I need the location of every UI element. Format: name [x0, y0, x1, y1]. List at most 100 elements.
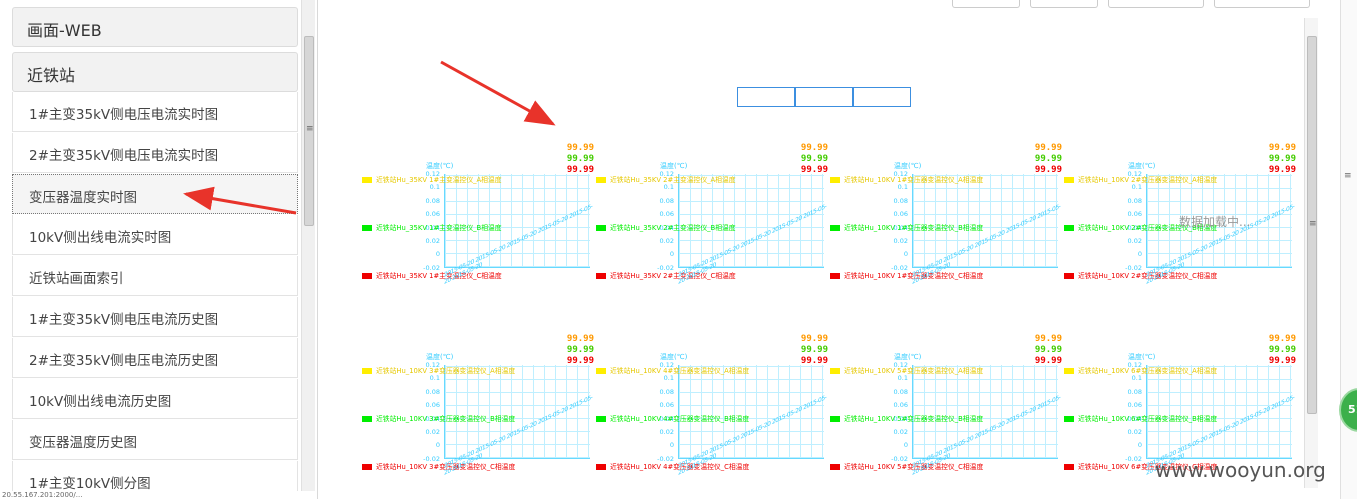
y-tick: 0.08: [893, 196, 908, 205]
y-tick: 0.02: [1127, 237, 1142, 245]
chart-value-b: 99.99: [1268, 154, 1296, 164]
sidebar-item-8[interactable]: 10kV侧出线电流历史图: [12, 379, 298, 419]
legend-swatch: [362, 177, 372, 183]
sidebar-item-7[interactable]: 2#主变35kV侧电压电流历史图: [12, 338, 298, 378]
temperature-chart-3: 99.99 99.99 99.99 温度(℃) 0.12 0.1 0.08 0.06 0.04 0…: [830, 140, 1066, 308]
sidebar-item-9[interactable]: 变压器温度历史图: [12, 420, 298, 460]
legend-item-a[interactable]: 近铁站Hu_35KV 1#主变温控仪_A相温度: [362, 176, 502, 185]
sidebar-item-4[interactable]: 10kV侧出线电流实时图: [12, 215, 298, 255]
y-tick: -0.02: [423, 263, 440, 272]
legend-item-c[interactable]: 近铁站Hu_10KV 4#变压器变温控仪_C相温度: [596, 463, 749, 472]
toolbar-button-2[interactable]: [1030, 0, 1098, 8]
toolbar-button-1[interactable]: [952, 0, 1020, 8]
legend-item-c[interactable]: 近铁站Hu_10KV 3#变压器变温控仪_C相温度: [362, 463, 515, 472]
loading-text: 数据加载中...: [1179, 215, 1251, 229]
y-tick: 0.08: [1127, 196, 1142, 205]
sidebar-item-5[interactable]: 近铁站画面索引: [12, 256, 298, 296]
temperature-chart-6: 99.99 99.99 99.99 温度(℃) 0.12 0.1 0.08 0.06 0.04 0…: [596, 331, 832, 499]
y-tick: 0.1: [663, 183, 674, 192]
legend-item-a[interactable]: 近铁站Hu_10KV 4#变压器变温控仪_A相温度: [596, 367, 749, 376]
content-scroll-thumb[interactable]: ≡: [1307, 36, 1317, 414]
legend-label: 近铁站Hu_35KV 2#主变温控仪_A相温度: [610, 176, 736, 184]
chart-value-a: 99.99: [1034, 334, 1062, 344]
legend-label: 近铁站Hu_10KV 6#变压器变温控仪_B相温度: [1078, 415, 1218, 423]
menu-group-jintie[interactable]: 近铁站: [12, 52, 298, 92]
legend-item-c[interactable]: 近铁站Hu_10KV 1#变压器变温控仪_C相温度: [830, 272, 983, 281]
toolbar-button-3[interactable]: [1108, 0, 1204, 8]
legend-item-c[interactable]: 近铁站Hu_10KV 5#变压器变温控仪_C相温度: [830, 463, 983, 472]
y-tick: -0.02: [1125, 263, 1142, 272]
legend-label: 近铁站Hu_10KV 2#变压器变温控仪_A相温度: [1078, 176, 1218, 184]
legend-item-a[interactable]: 近铁站Hu_10KV 1#变压器变温控仪_A相温度: [830, 176, 983, 185]
legend-item-c[interactable]: 近铁站Hu_35KV 1#主变温控仪_C相温度: [362, 272, 502, 281]
y-tick: 0: [435, 250, 440, 259]
legend-item-a[interactable]: 近铁站Hu_35KV 2#主变温控仪_A相温度: [596, 176, 736, 185]
legend-item-a[interactable]: 近铁站Hu_10KV 5#变压器变温控仪_A相温度: [830, 367, 983, 376]
content-scrollbar[interactable]: ≡: [1304, 18, 1318, 488]
temperature-chart-1: 99.99 99.99 99.99 温度(℃) 0.12 0.1 0.08 0.06 0.04 0…: [362, 140, 598, 308]
chart-value-b: 99.99: [1034, 154, 1062, 164]
temperature-chart-7: 99.99 99.99 99.99 温度(℃) 0.12 0.1 0.08 0.06 0.04 0…: [830, 331, 1066, 499]
legend-swatch: [1064, 368, 1074, 374]
legend-swatch: [362, 368, 372, 374]
y-tick: 0.06: [893, 210, 908, 219]
sidebar-scrollbar[interactable]: ≡: [301, 0, 315, 499]
y-tick: 0.02: [659, 237, 674, 245]
legend-item-a[interactable]: 近铁站Hu_10KV 6#变压器变温控仪_A相温度: [1064, 367, 1217, 376]
y-tick: 0.06: [425, 210, 440, 219]
legend-label: 近铁站Hu_10KV 4#变压器变温控仪_B相温度: [610, 415, 750, 423]
legend-swatch: [596, 368, 606, 374]
y-tick: 0.02: [893, 428, 908, 436]
chart-value-a: 99.99: [1034, 143, 1062, 153]
menu-group-web[interactable]: 画面-WEB: [12, 7, 298, 47]
legend-item-c[interactable]: 近铁站Hu_10KV 2#变压器变温控仪_C相温度: [1064, 272, 1217, 281]
legend-swatch: [1064, 225, 1074, 231]
y-tick: 0.1: [429, 374, 440, 383]
y-tick: 0.02: [425, 237, 440, 245]
segment-button-3[interactable]: [853, 87, 911, 107]
legend-swatch: [1064, 416, 1074, 422]
legend-item-b[interactable]: 近铁站Hu_35KV 1#主变温控仪_B相温度: [362, 224, 502, 233]
y-tick: 0: [669, 250, 674, 259]
legend-item-a[interactable]: 近铁站Hu_10KV 2#变压器变温控仪_A相温度: [1064, 176, 1217, 185]
sidebar-item-1[interactable]: 1#主变35kV侧电压电流实时图: [12, 92, 298, 132]
legend-item-b[interactable]: 近铁站Hu_10KV 5#变压器变温控仪_B相温度: [830, 415, 983, 424]
legend-swatch: [1064, 464, 1074, 470]
legend-swatch: [830, 464, 840, 470]
segment-button-2[interactable]: [795, 87, 853, 107]
legend-label: 近铁站Hu_10KV 1#变压器变温控仪_A相温度: [844, 176, 984, 184]
legend-item-c[interactable]: 近铁站Hu_35KV 2#主变温控仪_C相温度: [596, 272, 736, 281]
chart-value-b: 99.99: [800, 154, 828, 164]
temperature-chart-5: 99.99 99.99 99.99 温度(℃) 0.12 0.1 0.08 0.06 0.04 0…: [362, 331, 598, 499]
y-tick: 0.02: [893, 237, 908, 245]
watermark: www.wooyun.org: [1155, 458, 1326, 482]
y-tick: 0: [669, 441, 674, 450]
toolbar-button-4[interactable]: [1214, 0, 1310, 8]
segment-button-1[interactable]: [737, 87, 795, 107]
chart-value-a: 99.99: [566, 143, 594, 153]
y-tick: 0.1: [429, 183, 440, 192]
legend-label: 近铁站Hu_10KV 3#变压器变温控仪_B相温度: [376, 415, 516, 423]
legend-item-b[interactable]: 近铁站Hu_10KV 1#变压器变温控仪_B相温度: [830, 224, 983, 233]
status-bar: 20.55.167.201:2000/...: [0, 491, 317, 499]
y-tick: 0.08: [893, 387, 908, 396]
legend-item-b[interactable]: 近铁站Hu_10KV 3#变压器变温控仪_B相温度: [362, 415, 515, 424]
legend-item-a[interactable]: 近铁站Hu_10KV 3#变压器变温控仪_A相温度: [362, 367, 515, 376]
legend-item-b[interactable]: 近铁站Hu_10KV 6#变压器变温控仪_B相温度: [1064, 415, 1217, 424]
legend-item-b[interactable]: 近铁站Hu_35KV 2#主变温控仪_B相温度: [596, 224, 736, 233]
legend-label: 近铁站Hu_10KV 1#变压器变温控仪_B相温度: [844, 224, 984, 232]
y-tick: 0.02: [425, 428, 440, 436]
y-tick: 0.06: [659, 210, 674, 219]
sidebar-scroll-thumb[interactable]: ≡: [304, 36, 314, 226]
y-tick: 0.08: [659, 196, 674, 205]
y-tick: -0.02: [891, 454, 908, 463]
y-tick: 0.08: [659, 387, 674, 396]
legend-swatch: [362, 416, 372, 422]
legend-item-b[interactable]: 近铁站Hu_10KV 4#变压器变温控仪_B相温度: [596, 415, 749, 424]
chart-value-a: 99.99: [800, 334, 828, 344]
y-tick: 0.1: [897, 183, 908, 192]
sidebar-item-6[interactable]: 1#主变35kV侧电压电流历史图: [12, 297, 298, 337]
sidebar-item-transformer-temp-realtime[interactable]: 变压器温度实时图: [12, 174, 298, 214]
sidebar-item-2[interactable]: 2#主变35kV侧电压电流实时图: [12, 133, 298, 173]
legend-label: 近铁站Hu_10KV 4#变压器变温控仪_A相温度: [610, 367, 750, 375]
